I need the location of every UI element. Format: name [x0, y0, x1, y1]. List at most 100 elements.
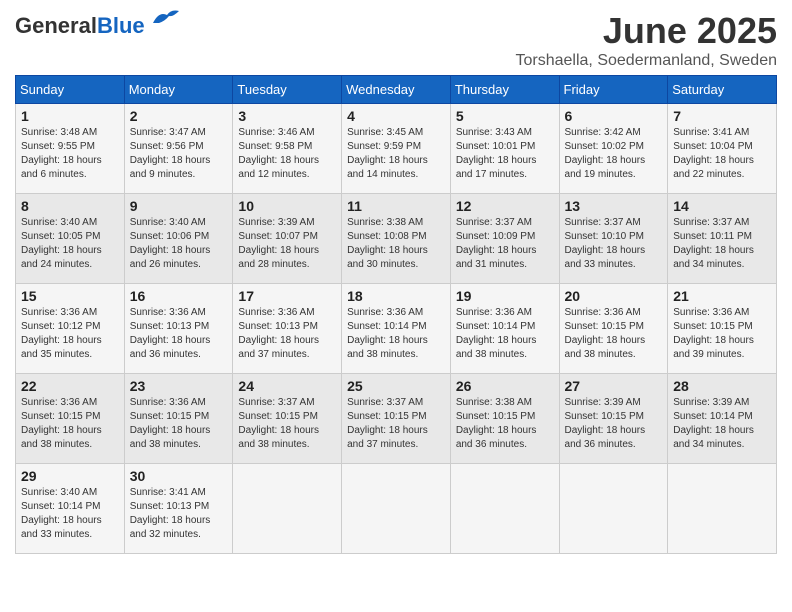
- day-info: Sunrise: 3:36 AMSunset: 10:15 PMDaylight…: [21, 396, 119, 452]
- day-info: Sunrise: 3:45 AMSunset: 9:59 PMDaylight:…: [347, 126, 445, 182]
- calendar-cell: [342, 464, 451, 554]
- day-info: Sunrise: 3:41 AMSunset: 10:04 PMDaylight…: [673, 126, 771, 182]
- day-info: Sunrise: 3:42 AMSunset: 10:02 PMDaylight…: [565, 126, 663, 182]
- calendar-cell: 12 Sunrise: 3:37 AMSunset: 10:09 PMDaylig…: [450, 194, 559, 284]
- day-info: Sunrise: 3:37 AMSunset: 10:09 PMDaylight…: [456, 216, 554, 272]
- day-number: 18: [347, 288, 445, 304]
- day-number: 30: [130, 468, 228, 484]
- weekday-header-tuesday: Tuesday: [233, 76, 342, 104]
- calendar-week-row: 22 Sunrise: 3:36 AMSunset: 10:15 PMDaylig…: [16, 374, 777, 464]
- day-info: Sunrise: 3:48 AMSunset: 9:55 PMDaylight:…: [21, 126, 119, 182]
- calendar-cell: 3 Sunrise: 3:46 AMSunset: 9:58 PMDaylight…: [233, 104, 342, 194]
- calendar-cell: 25 Sunrise: 3:37 AMSunset: 10:15 PMDaylig…: [342, 374, 451, 464]
- location-title: Torshaella, Soedermanland, Sweden: [516, 52, 778, 70]
- weekday-header-thursday: Thursday: [450, 76, 559, 104]
- day-number: 11: [347, 198, 445, 214]
- day-info: Sunrise: 3:36 AMSunset: 10:13 PMDaylight…: [130, 306, 228, 362]
- day-number: 16: [130, 288, 228, 304]
- weekday-header-saturday: Saturday: [668, 76, 777, 104]
- day-info: Sunrise: 3:39 AMSunset: 10:07 PMDaylight…: [238, 216, 336, 272]
- day-info: Sunrise: 3:36 AMSunset: 10:12 PMDaylight…: [21, 306, 119, 362]
- calendar-cell: 21Sunrise: 3:36 AMSunset: 10:15 PMDaylig…: [668, 284, 777, 374]
- day-info: Sunrise: 3:43 AMSunset: 10:01 PMDaylight…: [456, 126, 554, 182]
- calendar-cell: 14 Sunrise: 3:37 AMSunset: 10:11 PMDaylig…: [668, 194, 777, 284]
- day-info: Sunrise: 3:40 AMSunset: 10:05 PMDaylight…: [21, 216, 119, 272]
- calendar-week-row: 8 Sunrise: 3:40 AMSunset: 10:05 PMDayligh…: [16, 194, 777, 284]
- weekday-header-monday: Monday: [124, 76, 233, 104]
- day-info: Sunrise: 3:39 AMSunset: 10:14 PMDaylight…: [673, 396, 771, 452]
- calendar-cell: 4Sunrise: 3:45 AMSunset: 9:59 PMDaylight…: [342, 104, 451, 194]
- day-number: 8: [21, 198, 119, 214]
- calendar-cell: 5 Sunrise: 3:43 AMSunset: 10:01 PMDayligh…: [450, 104, 559, 194]
- day-number: 22: [21, 378, 119, 394]
- calendar-cell: 6 Sunrise: 3:42 AMSunset: 10:02 PMDayligh…: [559, 104, 668, 194]
- calendar-cell: 22 Sunrise: 3:36 AMSunset: 10:15 PMDaylig…: [16, 374, 125, 464]
- weekday-header-friday: Friday: [559, 76, 668, 104]
- day-number: 27: [565, 378, 663, 394]
- logo-general-text: General: [15, 13, 97, 38]
- calendar-cell: [668, 464, 777, 554]
- calendar-cell: 17Sunrise: 3:36 AMSunset: 10:13 PMDaylig…: [233, 284, 342, 374]
- day-info: Sunrise: 3:37 AMSunset: 10:15 PMDaylight…: [347, 396, 445, 452]
- day-info: Sunrise: 3:37 AMSunset: 10:11 PMDaylight…: [673, 216, 771, 272]
- calendar-cell: 1Sunrise: 3:48 AMSunset: 9:55 PMDaylight…: [16, 104, 125, 194]
- page-header: GeneralBlue June 2025 Torshaella, Soeder…: [15, 10, 777, 70]
- calendar-week-row: 29Sunrise: 3:40 AMSunset: 10:14 PMDaylig…: [16, 464, 777, 554]
- day-info: Sunrise: 3:40 AMSunset: 10:06 PMDaylight…: [130, 216, 228, 272]
- day-number: 5: [456, 108, 554, 124]
- day-number: 9: [130, 198, 228, 214]
- day-number: 3: [238, 108, 336, 124]
- day-number: 20: [565, 288, 663, 304]
- day-info: Sunrise: 3:41 AMSunset: 10:13 PMDaylight…: [130, 486, 228, 542]
- day-number: 10: [238, 198, 336, 214]
- day-info: Sunrise: 3:39 AMSunset: 10:15 PMDaylight…: [565, 396, 663, 452]
- calendar-cell: 9 Sunrise: 3:40 AMSunset: 10:06 PMDayligh…: [124, 194, 233, 284]
- day-number: 7: [673, 108, 771, 124]
- day-number: 15: [21, 288, 119, 304]
- calendar-cell: 28 Sunrise: 3:39 AMSunset: 10:14 PMDaylig…: [668, 374, 777, 464]
- day-number: 28: [673, 378, 771, 394]
- calendar-cell: 2Sunrise: 3:47 AMSunset: 9:56 PMDaylight…: [124, 104, 233, 194]
- logo-blue-text: Blue: [97, 13, 145, 38]
- calendar-cell: 20 Sunrise: 3:36 AMSunset: 10:15 PMDaylig…: [559, 284, 668, 374]
- calendar-cell: 29Sunrise: 3:40 AMSunset: 10:14 PMDaylig…: [16, 464, 125, 554]
- day-number: 13: [565, 198, 663, 214]
- weekday-header-row: SundayMondayTuesdayWednesdayThursdayFrid…: [16, 76, 777, 104]
- calendar-week-row: 1Sunrise: 3:48 AMSunset: 9:55 PMDaylight…: [16, 104, 777, 194]
- calendar-cell: 10 Sunrise: 3:39 AMSunset: 10:07 PMDaylig…: [233, 194, 342, 284]
- day-info: Sunrise: 3:36 AMSunset: 10:14 PMDaylight…: [456, 306, 554, 362]
- day-number: 26: [456, 378, 554, 394]
- weekday-header-sunday: Sunday: [16, 76, 125, 104]
- calendar-table: SundayMondayTuesdayWednesdayThursdayFrid…: [15, 75, 777, 554]
- calendar-cell: 19Sunrise: 3:36 AMSunset: 10:14 PMDaylig…: [450, 284, 559, 374]
- calendar-cell: 23 Sunrise: 3:36 AMSunset: 10:15 PMDaylig…: [124, 374, 233, 464]
- logo-bird-icon: [151, 9, 179, 32]
- day-info: Sunrise: 3:36 AMSunset: 10:13 PMDaylight…: [238, 306, 336, 362]
- day-info: Sunrise: 3:36 AMSunset: 10:15 PMDaylight…: [673, 306, 771, 362]
- calendar-cell: [233, 464, 342, 554]
- day-number: 25: [347, 378, 445, 394]
- day-number: 24: [238, 378, 336, 394]
- title-section: June 2025 Torshaella, Soedermanland, Swe…: [516, 10, 778, 70]
- weekday-header-wednesday: Wednesday: [342, 76, 451, 104]
- day-info: Sunrise: 3:37 AMSunset: 10:15 PMDaylight…: [238, 396, 336, 452]
- calendar-cell: 13Sunrise: 3:37 AMSunset: 10:10 PMDaylig…: [559, 194, 668, 284]
- day-info: Sunrise: 3:36 AMSunset: 10:15 PMDaylight…: [130, 396, 228, 452]
- day-number: 14: [673, 198, 771, 214]
- calendar-cell: 30 Sunrise: 3:41 AMSunset: 10:13 PMDaylig…: [124, 464, 233, 554]
- calendar-cell: 24 Sunrise: 3:37 AMSunset: 10:15 PMDaylig…: [233, 374, 342, 464]
- calendar-cell: 26 Sunrise: 3:38 AMSunset: 10:15 PMDaylig…: [450, 374, 559, 464]
- day-info: Sunrise: 3:46 AMSunset: 9:58 PMDaylight:…: [238, 126, 336, 182]
- calendar-cell: 18Sunrise: 3:36 AMSunset: 10:14 PMDaylig…: [342, 284, 451, 374]
- day-info: Sunrise: 3:36 AMSunset: 10:15 PMDaylight…: [565, 306, 663, 362]
- calendar-cell: 8 Sunrise: 3:40 AMSunset: 10:05 PMDayligh…: [16, 194, 125, 284]
- day-number: 23: [130, 378, 228, 394]
- calendar-cell: 15 Sunrise: 3:36 AMSunset: 10:12 PMDaylig…: [16, 284, 125, 374]
- calendar-cell: 27 Sunrise: 3:39 AMSunset: 10:15 PMDaylig…: [559, 374, 668, 464]
- calendar-cell: 7 Sunrise: 3:41 AMSunset: 10:04 PMDayligh…: [668, 104, 777, 194]
- day-number: 2: [130, 108, 228, 124]
- calendar-cell: 16 Sunrise: 3:36 AMSunset: 10:13 PMDaylig…: [124, 284, 233, 374]
- day-info: Sunrise: 3:38 AMSunset: 10:15 PMDaylight…: [456, 396, 554, 452]
- day-number: 6: [565, 108, 663, 124]
- day-number: 12: [456, 198, 554, 214]
